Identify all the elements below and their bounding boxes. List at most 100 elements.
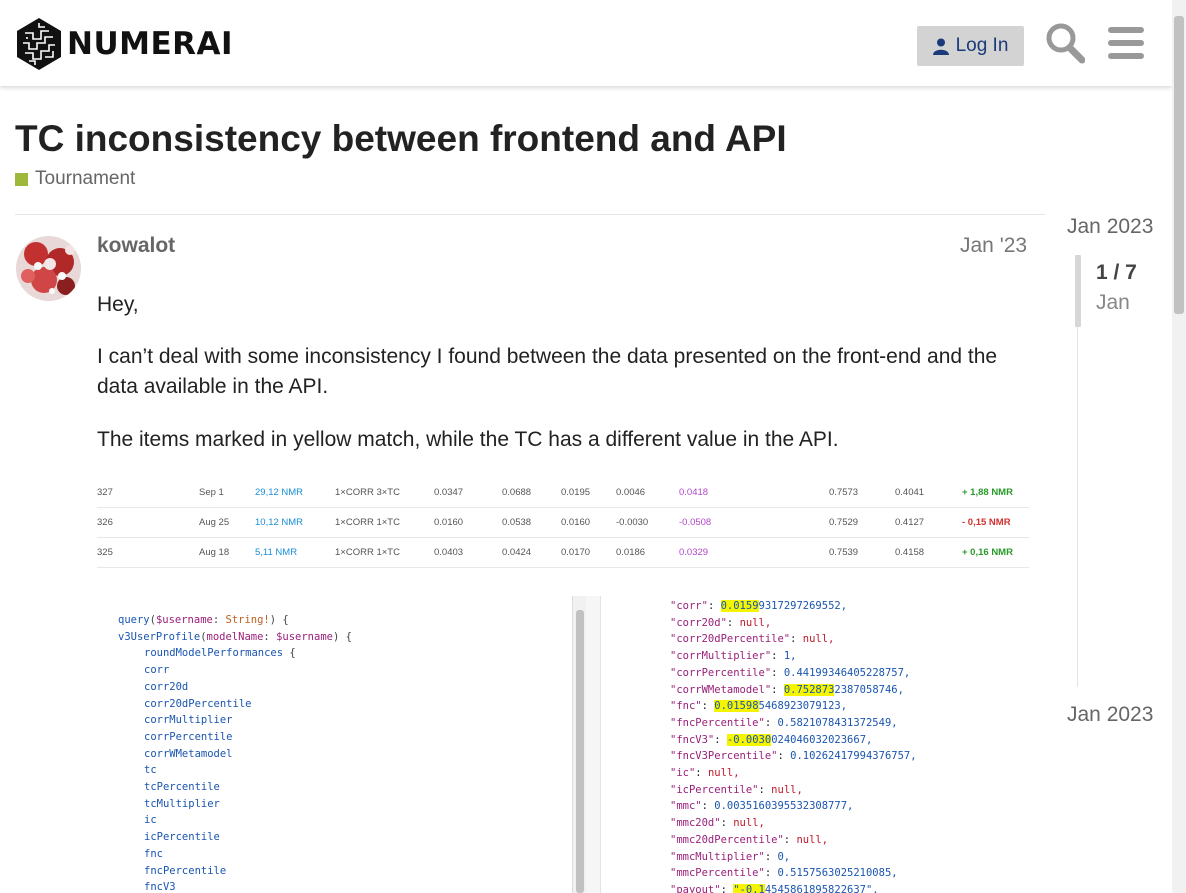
login-button-label: Log In <box>955 35 1009 56</box>
table-cell: Sep 1 <box>199 487 224 498</box>
yellow-highlight: "-0.1 <box>733 883 765 893</box>
api-query-screenshot[interactable]: query($username: String!) { v3UserProfile… <box>97 596 1029 893</box>
post-paragraph: Hey, <box>97 293 139 316</box>
category-badge[interactable]: Tournament <box>15 168 135 190</box>
json-response-panel: "corr": 0.01599317297269552, "corr20d": n… <box>600 596 1029 893</box>
table-cell: 0.0160 <box>561 517 591 528</box>
query-line: icPercentile <box>144 831 220 844</box>
category-color-swatch <box>15 172 28 186</box>
table-cell: 0.0418 <box>679 487 709 498</box>
table-cell: 1×CORR 1×TC <box>335 547 400 558</box>
table-cell: 0.0347 <box>434 487 464 498</box>
table-cell: 29,12 NMR <box>255 487 304 498</box>
table-cell: 0.0160 <box>434 517 464 528</box>
table-cell: 326 <box>97 517 113 528</box>
table-cell: 0.7573 <box>829 487 859 498</box>
table-cell: 0.0195 <box>561 487 591 498</box>
table-row: 327 Sep 1 29,12 NMR 1×CORR 3×TC 0.0347 0.0688… <box>97 478 1029 508</box>
json-line: "fnc": 0.015985468923079123, <box>670 700 848 713</box>
post-paragraph: The items marked in yellow match, while … <box>97 428 839 451</box>
logo-text: NUMERAI <box>67 26 234 62</box>
graphql-query-panel: query($username: String!) { v3UserProfile… <box>97 596 572 893</box>
page-scrollbar[interactable] <box>1172 0 1186 893</box>
json-line: "icPercentile": null, <box>670 783 803 796</box>
table-cell: 0.4127 <box>895 517 925 528</box>
table-cell: 0.7539 <box>829 547 859 558</box>
person-icon <box>932 38 949 55</box>
timeline-end-date[interactable]: Jan 2023 <box>1067 703 1153 727</box>
post-paragraph: I can’t deal with some inconsistency I f… <box>97 345 998 398</box>
table-cell: + 0,16 NMR <box>962 547 1013 558</box>
scrollbar-thumb[interactable] <box>1174 16 1184 314</box>
yellow-highlight: 0.0159 <box>720 600 759 612</box>
table-cell: 0.0424 <box>502 547 532 558</box>
table-cell: 0.0403 <box>434 547 464 558</box>
table-cell: 0.4158 <box>895 547 925 558</box>
json-line: "corrWMetamodel": 0.7528732387058746, <box>670 683 904 696</box>
table-cell: 325 <box>97 547 113 558</box>
json-line: "payout": "-0.14545861895822637", <box>670 883 879 893</box>
timeline-post-count: 1 / 7 <box>1096 261 1137 284</box>
search-icon[interactable] <box>1045 22 1085 64</box>
json-line: "corrMultiplier": 1, <box>670 650 797 663</box>
query-line: v3UserProfile(modelName: $username) { <box>118 630 352 643</box>
table-row: 326 Aug 25 10,12 NMR 1×CORR 1×TC 0.0160 0.053… <box>97 508 1029 538</box>
table-cell: Aug 25 <box>199 517 230 528</box>
avatar-image <box>16 236 81 301</box>
json-line: "fncV3": -0.0030024046032023667, <box>670 733 873 746</box>
query-line: query($username: String!) { <box>118 614 289 626</box>
avatar[interactable] <box>16 236 81 301</box>
json-line: "corrPercentile": 0.44199346405228757, <box>670 666 911 679</box>
json-line: "mmc20d": null, <box>670 817 765 830</box>
table-cell: + 1,88 NMR <box>962 487 1013 498</box>
json-line: "mmcPercentile": 0.5157563025210085, <box>670 867 898 880</box>
json-line: "mmcMultiplier": 0, <box>670 850 791 863</box>
table-cell: -0.0030 <box>616 517 649 528</box>
yellow-highlight: 0.01598 <box>714 700 759 713</box>
table-cell: 0.4041 <box>895 487 925 498</box>
query-line: corrWMetamodel <box>144 747 233 760</box>
yellow-highlight: -0.0030 <box>726 733 772 746</box>
post-author[interactable]: kowalot <box>97 234 175 258</box>
timeline-start-date[interactable]: Jan 2023 <box>1067 215 1153 239</box>
query-line: fnc <box>144 847 163 860</box>
query-line: ic <box>144 814 157 827</box>
query-line: tcMultiplier <box>144 797 220 810</box>
timeline-track[interactable] <box>1077 327 1078 687</box>
hamburger-menu-icon[interactable] <box>1108 26 1144 60</box>
table-cell: 0.0538 <box>502 517 532 528</box>
divider <box>15 214 1045 215</box>
query-line: roundModelPerformances { <box>144 647 296 660</box>
query-line: tc <box>144 764 157 777</box>
query-line: corr <box>144 664 170 677</box>
login-button[interactable]: Log In <box>917 26 1024 66</box>
query-line: corrMultiplier <box>144 714 233 727</box>
table-cell: 0.0329 <box>679 547 709 558</box>
json-line: "corr20d": null, <box>670 616 772 629</box>
frontend-table-screenshot[interactable]: 327 Sep 1 29,12 NMR 1×CORR 3×TC 0.0347 0.0688… <box>97 478 1029 568</box>
timeline-current-date: Jan <box>1096 291 1130 314</box>
json-line: "fncV3Percentile": 0.10262417994376757, <box>670 750 917 763</box>
query-scrollbar <box>572 596 587 893</box>
table-cell: 0.0688 <box>502 487 532 498</box>
post-date[interactable]: Jan '23 <box>960 234 1027 258</box>
table-cell: 0.0186 <box>616 547 646 558</box>
numerai-logo-icon <box>17 18 61 70</box>
query-line: corrPercentile <box>144 730 233 743</box>
table-cell: 0.7529 <box>829 517 859 528</box>
json-line: "ic": null, <box>670 767 740 779</box>
timeline-handle[interactable] <box>1075 255 1081 327</box>
category-label: Tournament <box>35 168 136 189</box>
numerai-logo[interactable]: NUMERAI <box>15 17 233 71</box>
query-line: corr20d <box>144 680 189 693</box>
table-cell: - 0,15 NMR <box>962 517 1011 528</box>
table-cell: 327 <box>97 487 113 498</box>
json-line: "corr20dPercentile": null, <box>670 633 835 646</box>
query-line: fncV3 <box>144 881 176 893</box>
site-header: NUMERAI Log In <box>0 0 1172 86</box>
table-cell: 1×CORR 3×TC <box>335 487 400 498</box>
json-line: "mmc20dPercentile": null, <box>670 833 829 846</box>
json-line: "mmc": 0.0035160395532308777, <box>670 800 854 813</box>
query-line: fncPercentile <box>144 864 227 877</box>
topic-title[interactable]: TC inconsistency between frontend and AP… <box>15 118 787 160</box>
